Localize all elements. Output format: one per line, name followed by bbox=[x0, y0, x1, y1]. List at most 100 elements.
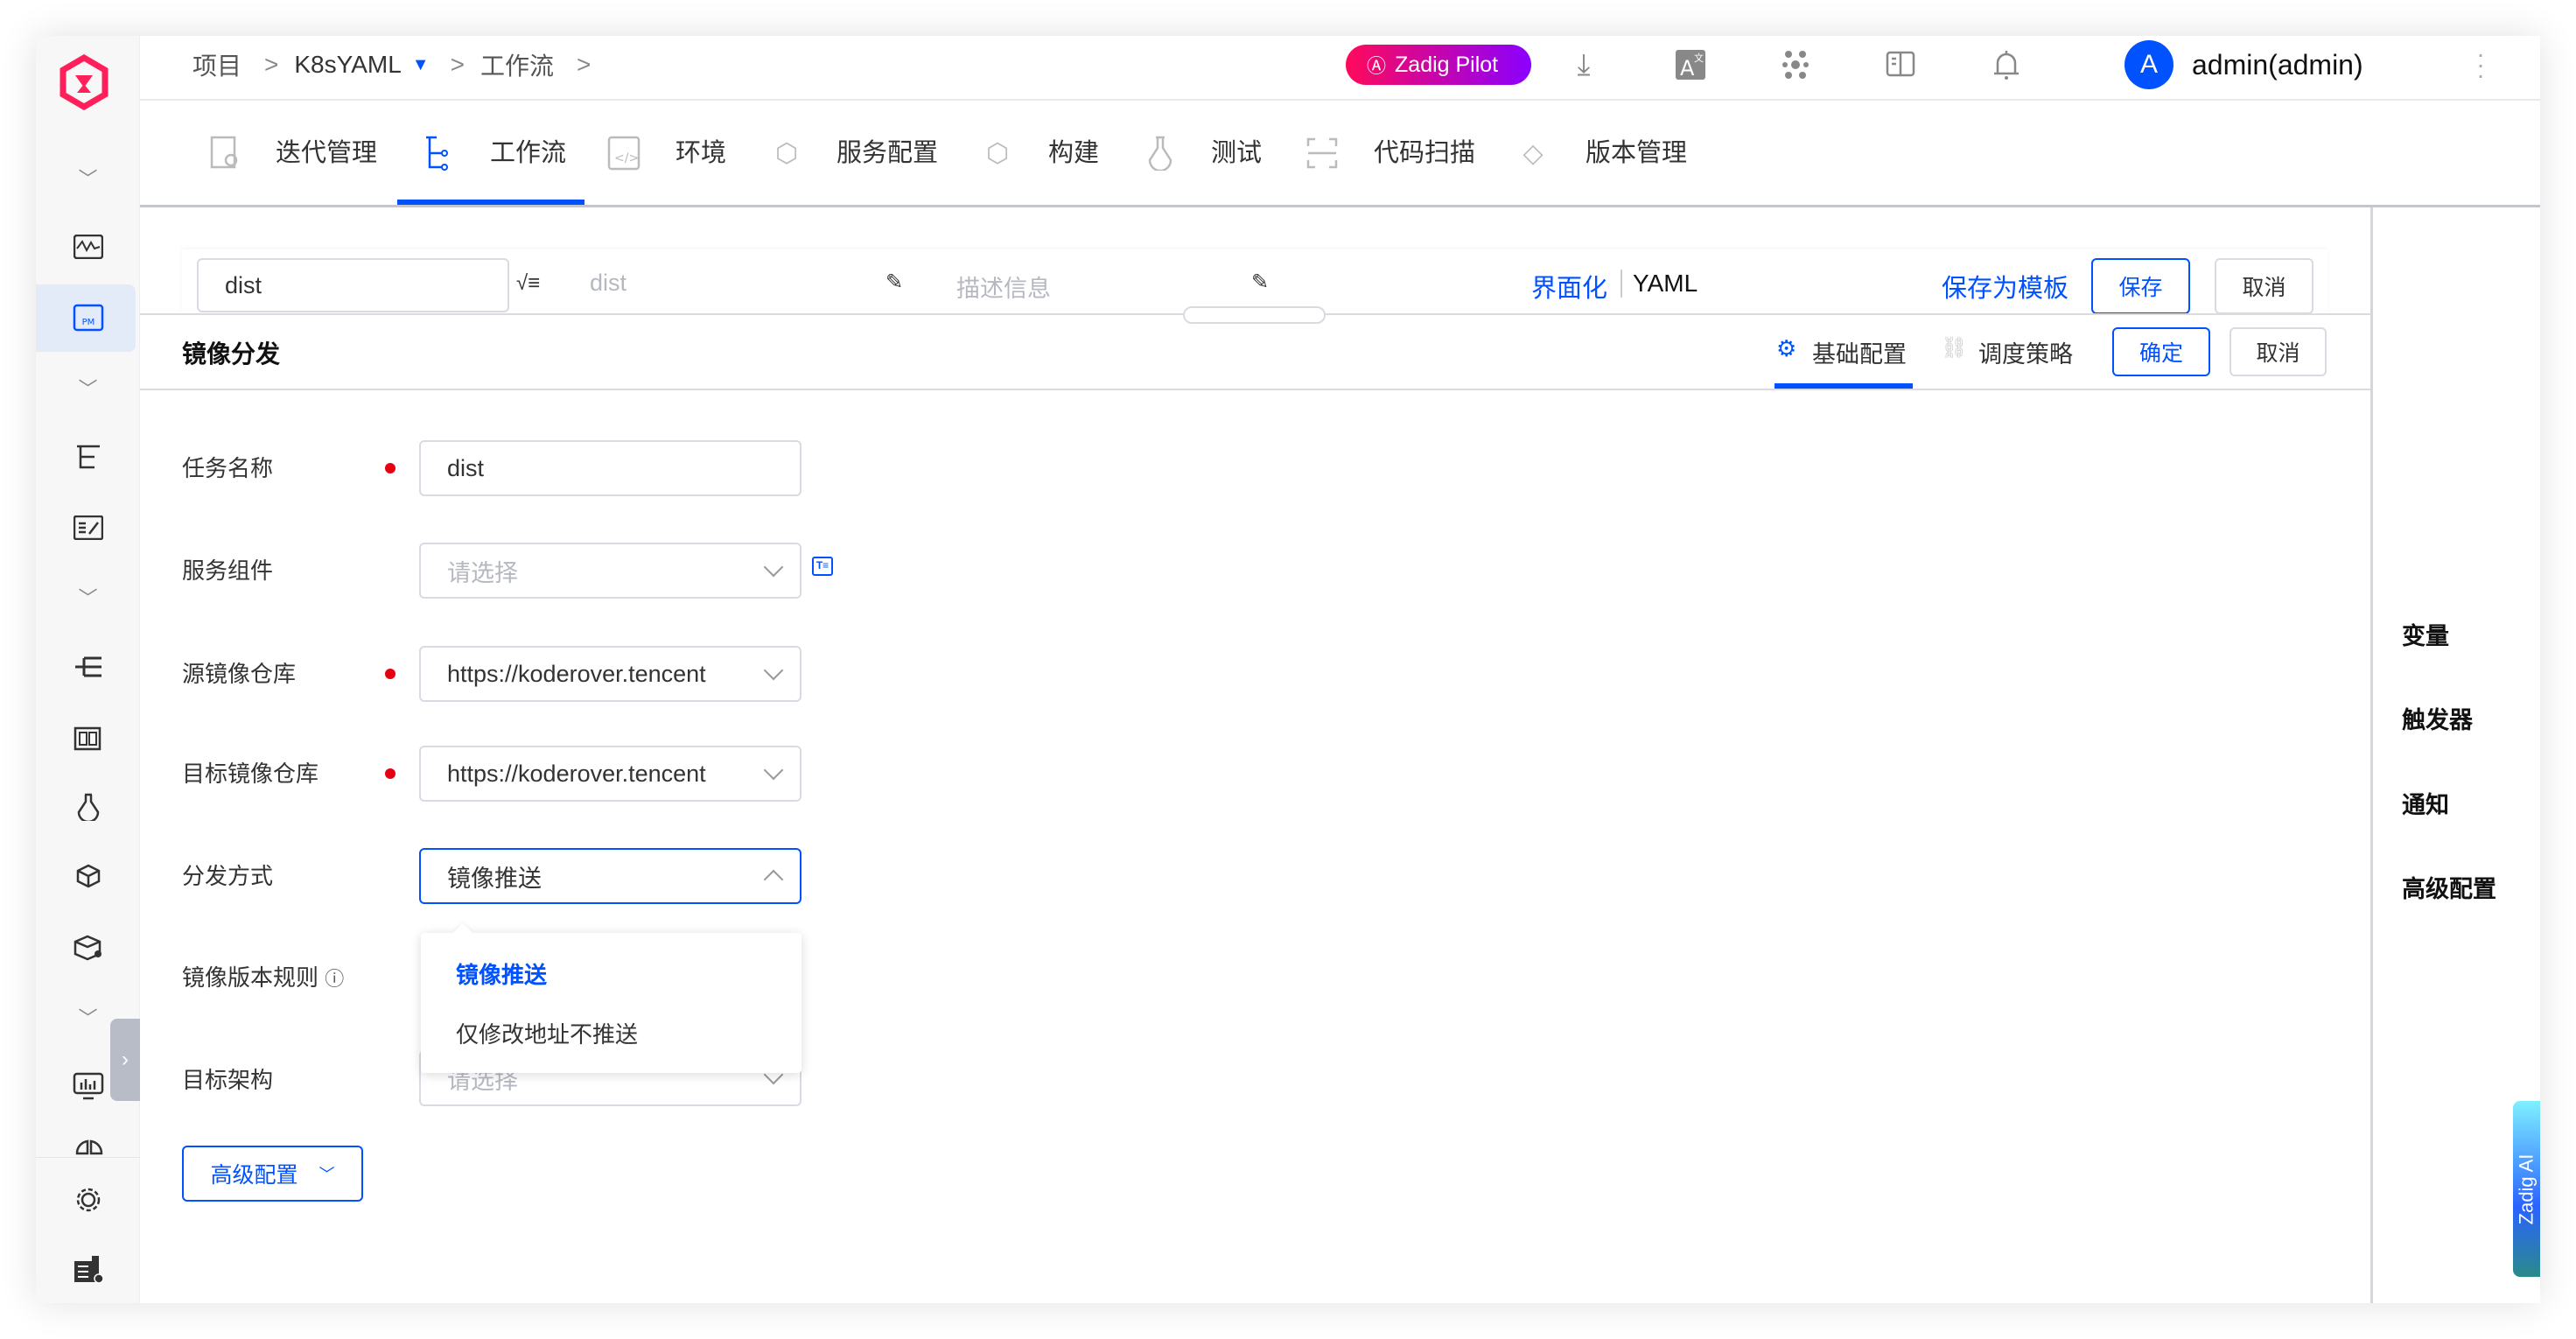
nav-divider bbox=[140, 205, 2540, 207]
service-placeholder: 请选择 bbox=[447, 554, 518, 588]
service-select[interactable]: 请选择 bbox=[419, 543, 802, 599]
tab-test[interactable]: 测试 bbox=[1211, 136, 1262, 171]
right-panel-variables[interactable]: 变量 bbox=[2402, 617, 2449, 651]
schedule-icon: ⛓ bbox=[1941, 335, 1967, 361]
sidebar-expand-handle[interactable]: › bbox=[110, 1019, 140, 1101]
service-icon: ⬡ bbox=[769, 136, 804, 171]
chevron-down-icon[interactable]: ﹀ bbox=[36, 578, 140, 616]
delivery-box-icon[interactable] bbox=[36, 859, 140, 897]
chevron-down-icon bbox=[764, 661, 784, 681]
job-header-divider bbox=[140, 389, 2371, 390]
tab-workflow[interactable]: 工作流 bbox=[490, 136, 566, 171]
target-registry-value: https://koderover.tencent bbox=[447, 761, 706, 788]
enterprise-building-icon[interactable] bbox=[36, 1250, 140, 1288]
save-button[interactable]: 保存 bbox=[2091, 258, 2190, 314]
source-registry-value: https://koderover.tencent bbox=[447, 661, 706, 688]
dashboard-icon[interactable] bbox=[36, 719, 140, 757]
breadcrumb-separator: > bbox=[577, 51, 591, 79]
breadcrumb-project[interactable]: 项目 bbox=[192, 47, 242, 82]
topbar-divider bbox=[140, 99, 2540, 101]
display-name-input[interactable]: dist bbox=[590, 270, 626, 297]
cancel-button[interactable]: 取消 bbox=[2215, 258, 2314, 314]
job-title: 镜像分发 bbox=[182, 335, 280, 370]
right-panel-divider bbox=[2370, 207, 2373, 1303]
ai-head-icon: Ⓐ bbox=[1367, 51, 1386, 79]
svg-text:PM: PM bbox=[81, 318, 94, 327]
artifact-box-icon[interactable] bbox=[36, 929, 140, 967]
download-icon[interactable]: ⤓ bbox=[1564, 46, 1603, 84]
right-panel-triggers[interactable]: 触发器 bbox=[2402, 701, 2473, 735]
description-input[interactable]: 描述信息 bbox=[956, 270, 1051, 304]
sort-check-icon[interactable]: √≡ bbox=[516, 271, 540, 296]
save-as-template-link[interactable]: 保存为模板 bbox=[1942, 268, 2068, 305]
more-vertical-icon[interactable]: ··· bbox=[2472, 49, 2489, 81]
target-registry-select[interactable]: https://koderover.tencent bbox=[419, 746, 802, 802]
required-dot bbox=[385, 768, 396, 779]
svg-text:文: 文 bbox=[1694, 52, 1704, 64]
tab-build[interactable]: 构建 bbox=[1048, 136, 1099, 171]
zadig-ai-tab[interactable]: Zadig AI bbox=[2513, 1101, 2540, 1277]
tab-release[interactable]: 版本管理 bbox=[1586, 136, 1687, 171]
chevron-down-icon[interactable]: ﹀ bbox=[36, 158, 140, 197]
zadig-pilot-button[interactable]: Ⓐ Zadig Pilot bbox=[1346, 45, 1531, 85]
workflow-name-input[interactable]: dist bbox=[197, 258, 509, 312]
chevron-down-icon: ﹀ bbox=[319, 1162, 335, 1185]
mode-ui-toggle[interactable]: 界面化 bbox=[1531, 268, 1607, 305]
iteration-icon bbox=[207, 136, 242, 171]
task-name-input[interactable]: dist bbox=[419, 440, 802, 496]
svg-text:A: A bbox=[1680, 56, 1695, 81]
mode-yaml-toggle[interactable]: YAML bbox=[1633, 270, 1698, 298]
edit-icon[interactable]: ✎ bbox=[886, 270, 903, 295]
breadcrumb-project-name[interactable]: K8sYAML bbox=[294, 51, 401, 79]
project-pm-icon[interactable]: PM bbox=[36, 298, 140, 337]
test-icon bbox=[1143, 136, 1178, 171]
test-flask-icon[interactable] bbox=[36, 788, 140, 826]
version-rule-label: 镜像版本规则 ⓘ bbox=[182, 960, 344, 995]
user-name[interactable]: admin(admin) bbox=[2192, 47, 2363, 82]
build-icon: ⬡ bbox=[980, 136, 1015, 171]
project-dropdown-caret-icon[interactable]: ▼ bbox=[412, 55, 430, 75]
tab-service[interactable]: 服务配置 bbox=[836, 136, 938, 171]
dropdown-option-address-only[interactable]: 仅修改地址不推送 bbox=[456, 1017, 638, 1049]
required-dot bbox=[385, 669, 396, 679]
chevron-down-icon[interactable]: ﹀ bbox=[36, 368, 140, 407]
docs-book-icon[interactable] bbox=[1881, 46, 1920, 84]
target-arch-label: 目标架构 bbox=[182, 1062, 273, 1097]
source-registry-select[interactable]: https://koderover.tencent bbox=[419, 646, 802, 702]
release-icon: ◇ bbox=[1516, 136, 1550, 171]
chevron-up-icon bbox=[764, 870, 784, 890]
right-panel-notifications[interactable]: 通知 bbox=[2402, 786, 2449, 820]
info-circle-icon[interactable]: ⓘ bbox=[325, 968, 344, 990]
monitor-icon[interactable] bbox=[36, 228, 140, 266]
advanced-config-button[interactable]: 高级配置﹀ bbox=[182, 1146, 363, 1202]
resize-handle[interactable] bbox=[1183, 306, 1326, 324]
pie-chart-icon[interactable] bbox=[36, 1138, 140, 1157]
breadcrumb-workflow[interactable]: 工作流 bbox=[480, 47, 554, 82]
zadig-logo[interactable] bbox=[56, 54, 112, 110]
edit-icon[interactable]: ✎ bbox=[1251, 270, 1269, 295]
notification-bell-icon[interactable] bbox=[1987, 46, 2026, 84]
service-list-icon[interactable]: T≡ bbox=[812, 557, 833, 576]
workflow-icon[interactable] bbox=[36, 438, 140, 476]
dist-method-select[interactable]: 镜像推送 bbox=[419, 848, 802, 904]
tab-schedule-strategy[interactable]: 调度策略 bbox=[1978, 335, 2073, 369]
app-window bbox=[36, 36, 2540, 1303]
target-registry-label: 目标镜像仓库 bbox=[182, 756, 318, 791]
workflow-icon bbox=[420, 136, 455, 171]
job-cancel-button[interactable]: 取消 bbox=[2230, 327, 2327, 376]
chevron-down-icon bbox=[764, 761, 784, 781]
tab-iteration[interactable]: 迭代管理 bbox=[276, 136, 377, 171]
chevron-down-icon bbox=[764, 557, 784, 578]
confirm-button[interactable]: 确定 bbox=[2112, 327, 2210, 376]
cluster-nodes-icon[interactable] bbox=[1776, 46, 1815, 84]
dropdown-option-image-push[interactable]: 镜像推送 bbox=[456, 957, 547, 990]
settings-gear-icon[interactable] bbox=[36, 1181, 140, 1219]
tab-code-scan[interactable]: 代码扫描 bbox=[1374, 136, 1475, 171]
edit-list-icon[interactable] bbox=[36, 508, 140, 547]
right-panel-advanced[interactable]: 高级配置 bbox=[2402, 870, 2496, 904]
translate-icon[interactable]: A文 bbox=[1671, 46, 1710, 84]
pipeline-icon[interactable] bbox=[36, 648, 140, 686]
tab-basic-config[interactable]: 基础配置 bbox=[1812, 335, 1907, 369]
tab-environment[interactable]: 环境 bbox=[676, 136, 726, 171]
user-avatar[interactable]: A bbox=[2124, 40, 2174, 89]
